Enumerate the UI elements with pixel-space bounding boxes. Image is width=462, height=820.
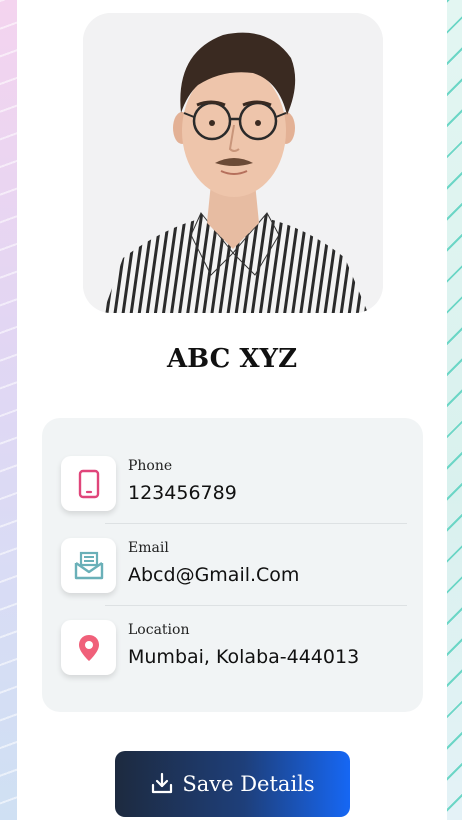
contact-label: Email: [128, 540, 169, 556]
save-details-button[interactable]: Save Details: [115, 751, 350, 817]
background-left-decor: [0, 0, 17, 820]
contact-row-phone[interactable]: Phone 123456789: [42, 442, 423, 524]
profile-photo: [83, 13, 383, 313]
phone-icon: [61, 456, 116, 511]
portrait-illustration: [83, 13, 383, 313]
contact-label: Phone: [128, 458, 173, 474]
background-right-decor: [447, 0, 462, 820]
contact-label: Location: [128, 622, 190, 638]
contact-info-panel: Phone 123456789 Email Abcd@Gmail.Com Loc…: [42, 418, 423, 712]
contact-value: Mumbai, Kolaba-444013: [128, 646, 360, 668]
save-details-label: Save Details: [182, 772, 315, 796]
profile-name: ABC XYZ: [166, 344, 298, 374]
contact-row-email[interactable]: Email Abcd@Gmail.Com: [42, 524, 423, 606]
contact-row-location[interactable]: Location Mumbai, Kolaba-444013: [42, 606, 423, 688]
contact-value: 123456789: [128, 482, 237, 504]
download-icon: [150, 771, 174, 798]
profile-card: ABC XYZ Phone 123456789 Email Abcd@Gmail…: [17, 0, 447, 820]
email-icon: [61, 538, 116, 593]
location-pin-icon: [61, 620, 116, 675]
contact-value: Abcd@Gmail.Com: [128, 564, 300, 586]
